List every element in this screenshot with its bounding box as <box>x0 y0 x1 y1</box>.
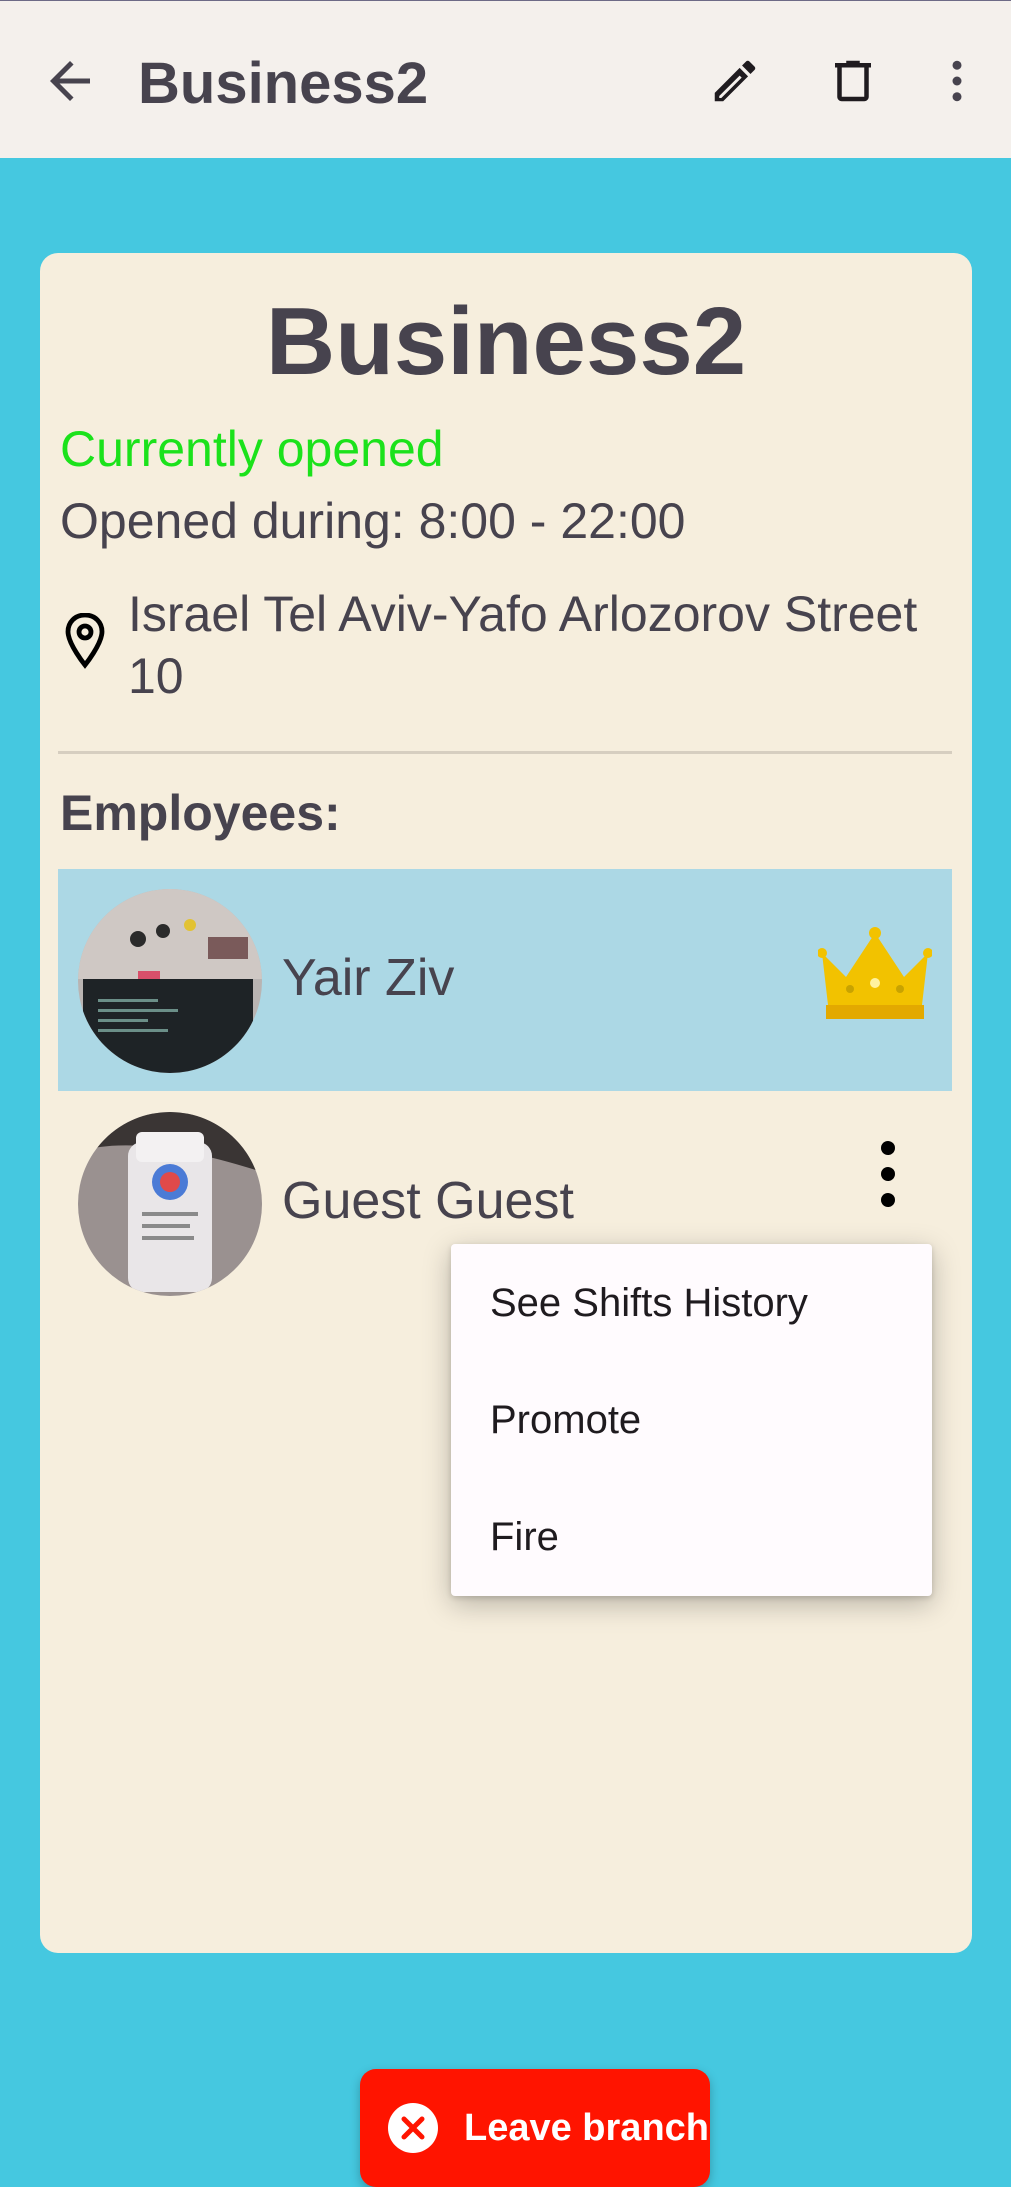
business-address: Israel Tel Aviv-Yafo Arlozorov Street 10 <box>128 586 918 704</box>
close-circle-icon <box>388 2103 438 2153</box>
employees-heading: Employees: <box>60 785 341 841</box>
avatar <box>78 889 262 1073</box>
app-bar-title: Business2 <box>138 51 429 116</box>
menu-item-fire[interactable]: Fire <box>451 1478 932 1596</box>
delete-trash-icon[interactable] <box>818 46 888 116</box>
crown-icon <box>817 925 933 1021</box>
open-status: Currently opened <box>60 421 444 477</box>
leave-branch-label: Leave branch <box>464 2107 709 2149</box>
leave-branch-button[interactable]: Leave branch <box>360 2069 710 2187</box>
back-arrow-icon[interactable] <box>40 51 100 111</box>
more-vert-icon[interactable] <box>868 1138 908 1210</box>
location-pin-icon <box>65 612 105 669</box>
avatar <box>78 1112 262 1296</box>
opening-hours: Opened during: 8:00 - 22:00 <box>60 493 686 549</box>
employee-row-yair-ziv[interactable]: Yair Ziv <box>58 869 952 1091</box>
business-card: Business2 Currently opened Opened during… <box>40 253 972 2187</box>
business-name: Business2 <box>265 288 747 395</box>
app-bar: Business2 <box>0 0 1011 158</box>
menu-item-see-shifts-history[interactable]: See Shifts History <box>451 1244 932 1362</box>
employee-name: Guest Guest <box>282 1172 574 1230</box>
divider <box>58 751 952 754</box>
more-vert-icon[interactable] <box>922 46 992 116</box>
employee-context-menu: See Shifts History Promote Fire <box>451 1244 932 1596</box>
edit-pencil-icon[interactable] <box>700 46 770 116</box>
menu-item-promote[interactable]: Promote <box>451 1361 932 1479</box>
employee-name: Yair Ziv <box>282 949 455 1007</box>
